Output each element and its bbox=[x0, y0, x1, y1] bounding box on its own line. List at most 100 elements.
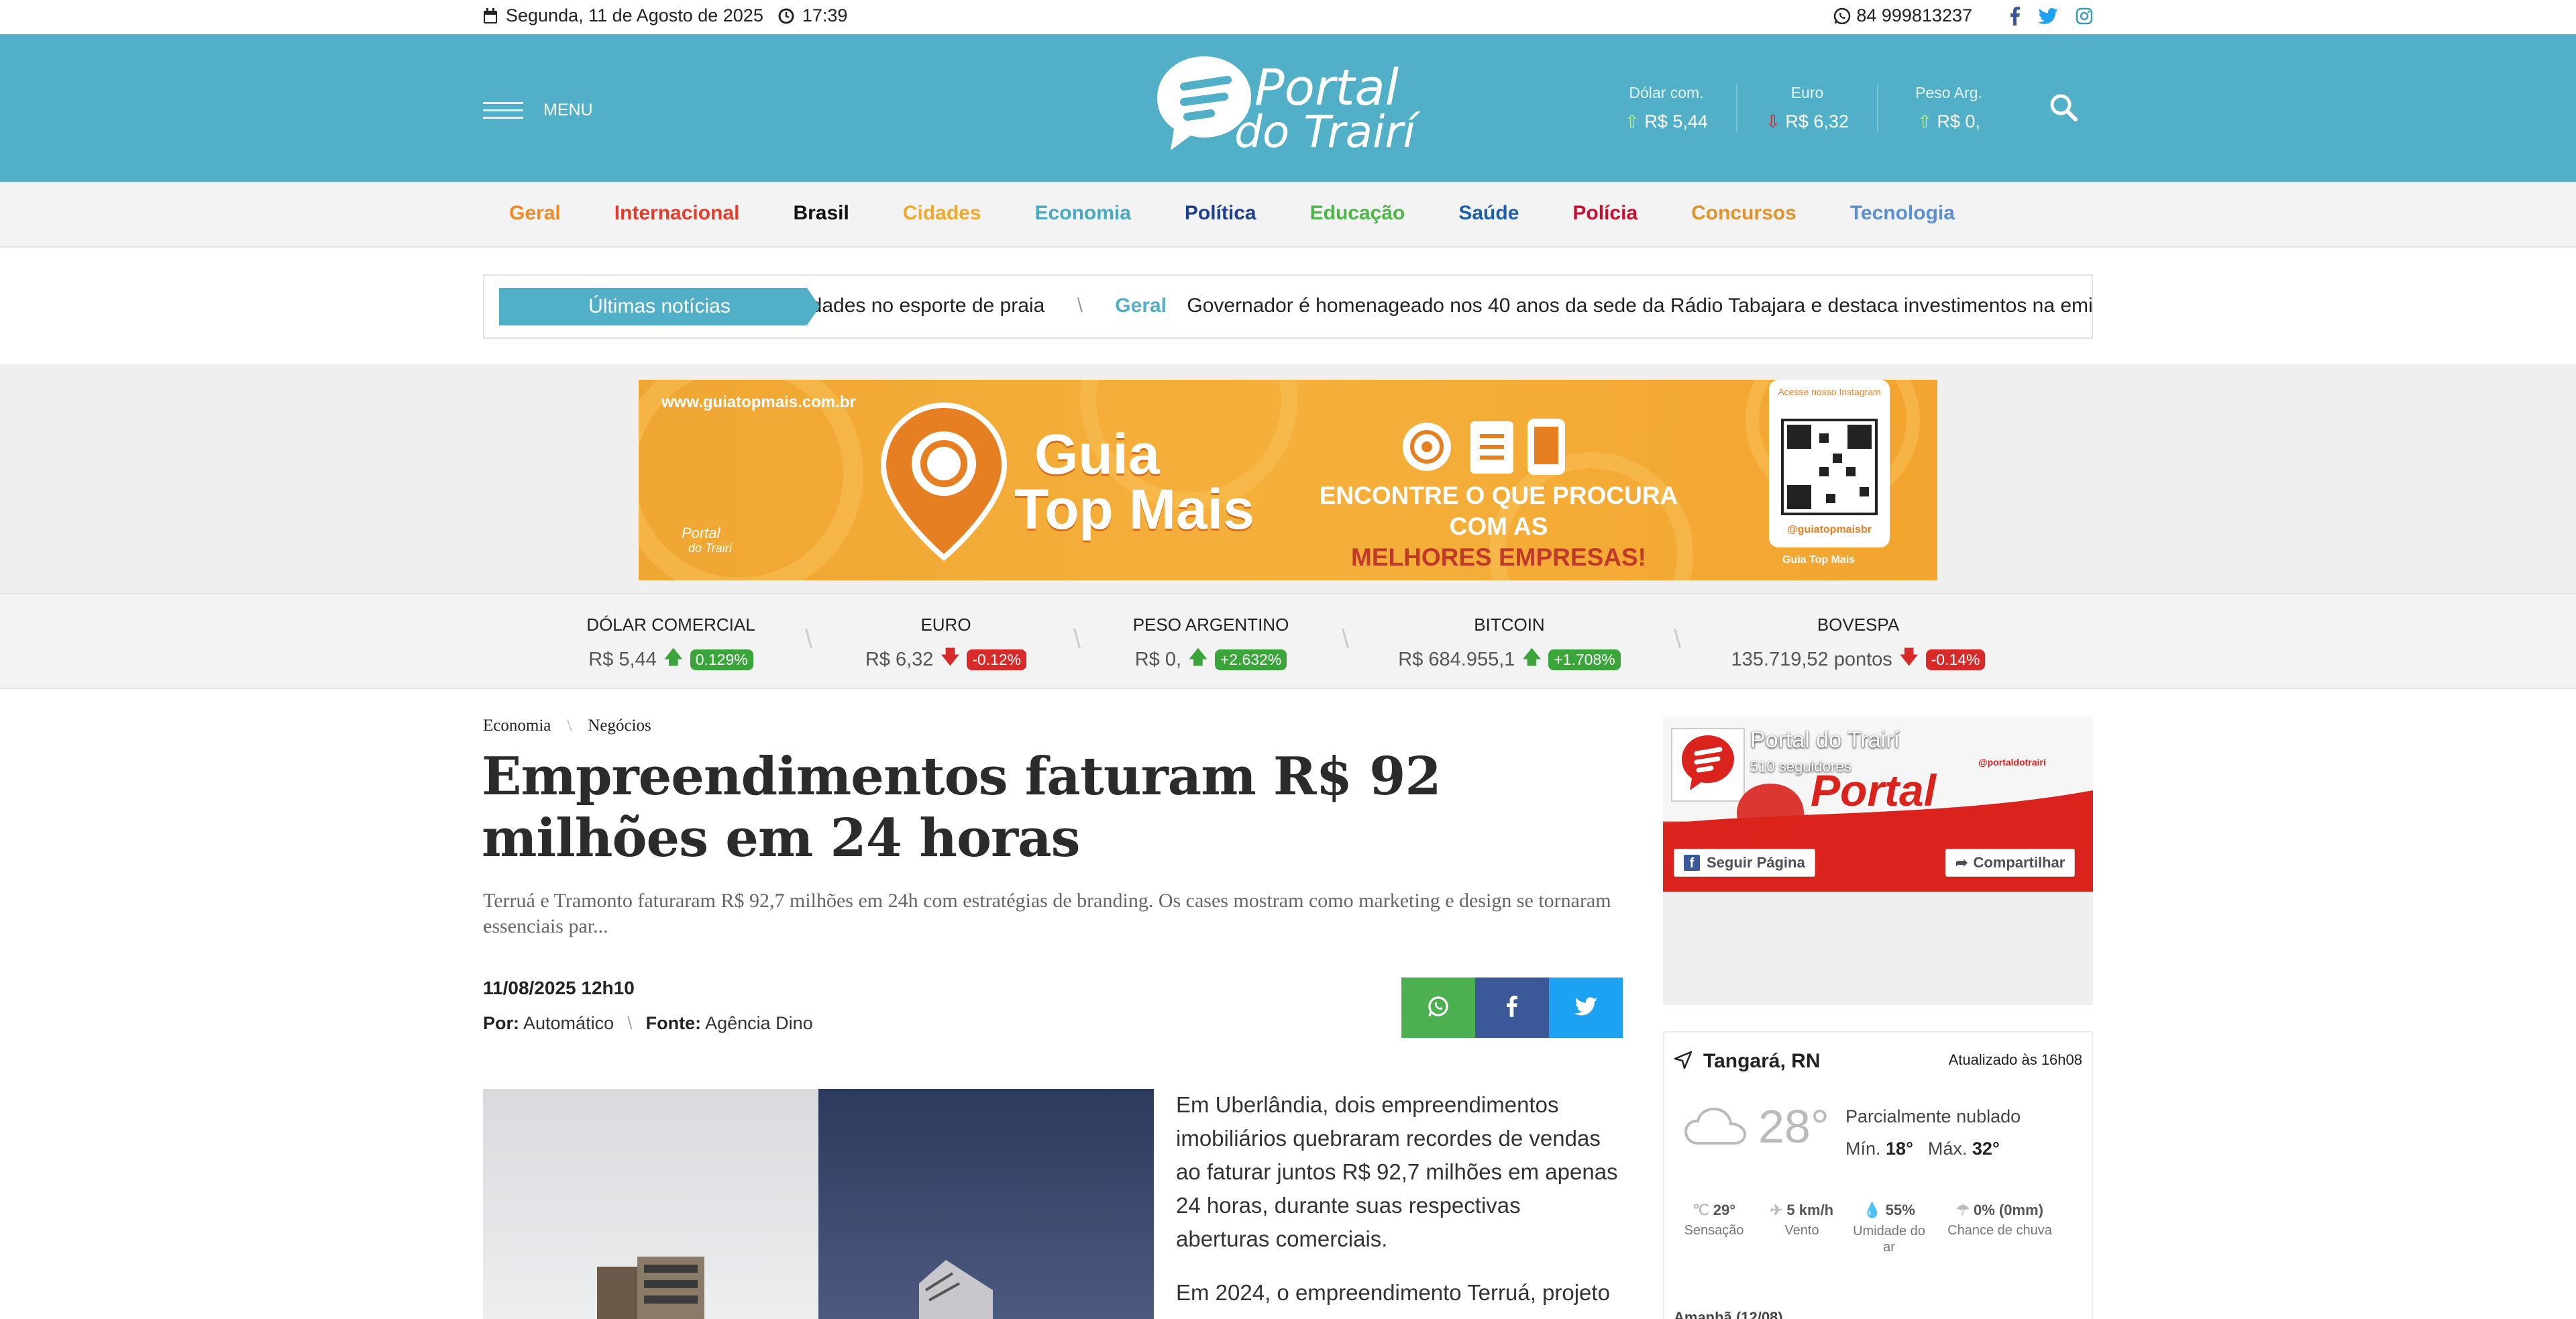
ticker-category[interactable]: Geral bbox=[1115, 295, 1167, 317]
phone-number: 84 999813237 bbox=[1856, 5, 1972, 25]
menu-button[interactable]: MENU bbox=[483, 97, 593, 124]
share-twitter-button[interactable] bbox=[1549, 978, 1623, 1038]
site-logo[interactable]: Portal do Trairí bbox=[1157, 50, 1426, 167]
facebook-icon[interactable] bbox=[2010, 6, 2021, 25]
nav-item-concursos[interactable]: Concursos bbox=[1691, 202, 1796, 225]
market-quotes: DÓLAR COMERCIAL R$ 5,44 🡅 0.129% \ EURO R$… bbox=[0, 593, 2576, 689]
ad-brand-line2: Top Mais bbox=[1014, 478, 1254, 541]
quote-peso: PESO ARGENTINO R$ 0, 🡅 +2.632% bbox=[1117, 615, 1305, 676]
arrow-down-icon: 🡇 bbox=[1898, 647, 1919, 668]
target-icon bbox=[1403, 423, 1451, 471]
fb-cover-logo-line1: Portal bbox=[1811, 766, 1937, 815]
header-currency-peso: Peso Arg. ⇧ R$ 0, bbox=[1878, 84, 2019, 132]
droplet-icon: 💧 bbox=[1863, 1202, 1882, 1218]
article-date: 11/08/2025 12h10 bbox=[483, 978, 635, 998]
nav-item-saude[interactable]: Saúde bbox=[1458, 202, 1519, 225]
weather-temp: 28° bbox=[1758, 1100, 1829, 1153]
detail-label: Vento bbox=[1784, 1223, 1819, 1238]
currency-value: R$ 6,32 bbox=[1785, 111, 1849, 131]
ad-qr-caption: Acesse nosso Instagram bbox=[1778, 386, 1881, 397]
quote-change: +2.632% bbox=[1214, 649, 1287, 670]
facebook-icon bbox=[1506, 995, 1518, 1020]
hamburger-icon bbox=[483, 97, 523, 124]
share-whatsapp-button[interactable] bbox=[1401, 978, 1475, 1038]
ad-banner-guia-top-mais[interactable]: www.guiatopmais.com.br Guia Top Mais ENC… bbox=[639, 380, 1937, 580]
location-arrow-icon bbox=[1674, 1051, 1693, 1073]
fb-share-button[interactable]: ➦ Compartilhar bbox=[1945, 849, 2076, 877]
nav-item-geral[interactable]: Geral bbox=[509, 202, 561, 225]
detail-value: 0% (0mm) bbox=[1973, 1202, 2043, 1218]
wind-icon: ✈ bbox=[1770, 1202, 1783, 1218]
news-ticker: Últimas notícias idades no esporte de pr… bbox=[483, 274, 2093, 339]
instagram-icon[interactable] bbox=[2076, 7, 2093, 25]
twitter-icon bbox=[1574, 996, 1597, 1019]
quote-value: R$ 0, bbox=[1134, 649, 1182, 670]
quote-title: EURO bbox=[920, 615, 971, 635]
facebook-square-icon: f bbox=[1684, 855, 1700, 871]
breadcrumb-separator: \ bbox=[567, 717, 572, 735]
clock-icon bbox=[778, 8, 794, 24]
weather-location[interactable]: Tangará, RN bbox=[1674, 1050, 1820, 1073]
detail-value: 55% bbox=[1885, 1202, 1915, 1218]
facebook-cover[interactable]: Portal do Trairí 510 seguidores @portald… bbox=[1663, 717, 2093, 892]
article-paragraph: Em Uberlândia, dois empreendimentos imob… bbox=[1176, 1092, 1618, 1251]
weather-widget: Tangará, RN Atualizado às 16h08 28° Parc… bbox=[1663, 1031, 2093, 1319]
arrow-up-icon: 🡅 bbox=[1521, 647, 1542, 668]
whatsapp-icon bbox=[1427, 995, 1450, 1021]
breadcrumb-item[interactable]: Economia bbox=[483, 717, 551, 735]
quote-bovespa: BOVESPA 135.719,52 pontos 🡇 -0.14% bbox=[1717, 615, 1999, 676]
ad-brand: Guia Top Mais bbox=[1014, 426, 1254, 541]
fb-follow-button[interactable]: f Seguir Página bbox=[1674, 849, 1815, 877]
quote-value: R$ 5,44 bbox=[588, 649, 657, 670]
article-body: Em Uberlândia, dois empreendimentos imob… bbox=[1176, 1088, 1619, 1319]
currency-name: Euro bbox=[1790, 84, 1824, 101]
cloud-icon bbox=[1684, 1106, 1747, 1150]
max-label: Máx. bbox=[1927, 1139, 1968, 1159]
quote-euro: EURO R$ 6,32 🡇 -0.12% bbox=[852, 615, 1040, 676]
ad-slogan-line2: MELHORES EMPRESAS! bbox=[1351, 543, 1646, 571]
currency-value: R$ 5,44 bbox=[1644, 111, 1708, 131]
ticker-track: idades no esporte de praia \ Geral Gover… bbox=[806, 295, 2092, 317]
fb-page-name[interactable]: Portal do Trairí bbox=[1750, 727, 1900, 753]
share-facebook-button[interactable] bbox=[1475, 978, 1549, 1038]
ticker-headline[interactable]: Governador é homenageado nos 40 anos da … bbox=[1187, 295, 2092, 317]
byline-separator: \ bbox=[627, 1013, 633, 1033]
quote-separator: \ bbox=[1674, 625, 1682, 654]
nav-item-brasil[interactable]: Brasil bbox=[793, 202, 849, 225]
quote-separator: \ bbox=[1073, 625, 1081, 654]
top-bar: Segunda, 11 de Agosto de 2025 17:39 84 9… bbox=[0, 0, 2576, 34]
checklist-icon bbox=[1470, 421, 1513, 474]
nav-item-educacao[interactable]: Educação bbox=[1310, 202, 1405, 225]
fb-share-label: Compartilhar bbox=[1973, 854, 2065, 871]
ad-handle: @guiatopmaisbr bbox=[1787, 524, 1872, 535]
category-nav: Geral Internacional Brasil Cidades Economia P… bbox=[0, 182, 2576, 248]
nav-item-policia[interactable]: Polícia bbox=[1572, 202, 1638, 225]
nav-item-internacional[interactable]: Internacional bbox=[614, 202, 740, 225]
article-author: Automático bbox=[523, 1013, 614, 1033]
nav-item-tecnologia[interactable]: Tecnologia bbox=[1850, 202, 1955, 225]
nav-item-economia[interactable]: Economia bbox=[1035, 202, 1131, 225]
quote-bitcoin: BITCOIN R$ 684.955,1 🡅 +1.708% bbox=[1389, 615, 1630, 676]
twitter-icon[interactable] bbox=[2038, 7, 2058, 24]
currency-name: Peso Arg. bbox=[1915, 84, 1982, 101]
search-icon[interactable] bbox=[2049, 93, 2078, 125]
currency-name: Dólar com. bbox=[1629, 84, 1704, 101]
quote-value: R$ 6,32 bbox=[865, 649, 934, 670]
breadcrumb-item[interactable]: Negócios bbox=[588, 717, 651, 735]
article-image[interactable] bbox=[483, 1089, 1154, 1319]
detail-label: Umidade do ar bbox=[1853, 1224, 1925, 1255]
share-arrow-icon: ➦ bbox=[1955, 854, 1968, 871]
ticker-label: Últimas notícias bbox=[499, 288, 820, 325]
ad-footer-brand: Guia Top Mais bbox=[1782, 554, 1856, 566]
nav-item-politica[interactable]: Política bbox=[1185, 202, 1256, 225]
whatsapp-contact[interactable]: 84 999813237 bbox=[1833, 5, 1972, 26]
site-header: MENU Portal do Trairí Dólar com. ⇧ R$ 5,… bbox=[0, 34, 2576, 182]
header-currency-euro: Euro ⇩ R$ 6,32 bbox=[1737, 84, 1878, 132]
min-temp: 18° bbox=[1886, 1139, 1913, 1159]
article-byline: Por: Automático \ Fonte: Agência Dino bbox=[483, 1013, 813, 1034]
arrow-down-icon: ⇩ bbox=[1766, 111, 1780, 131]
arrow-up-icon: ⇧ bbox=[1625, 111, 1640, 131]
ticker-headline-prev[interactable]: idades no esporte de praia bbox=[806, 295, 1044, 317]
nav-item-cidades[interactable]: Cidades bbox=[903, 202, 981, 225]
quote-dolar: DÓLAR COMERCIAL R$ 5,44 🡅 0.129% bbox=[577, 615, 765, 676]
